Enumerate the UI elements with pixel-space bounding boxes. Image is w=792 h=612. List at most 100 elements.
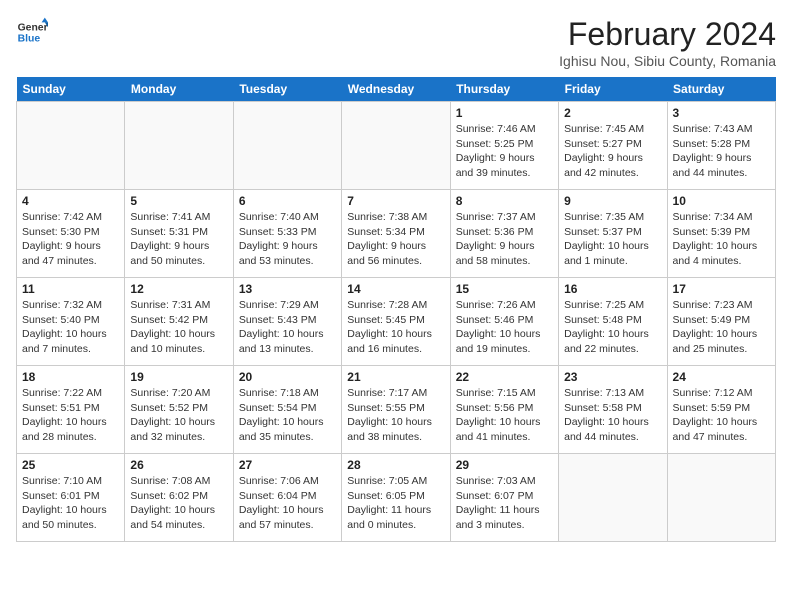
day-number: 18	[22, 370, 119, 384]
day-info: Sunrise: 7:12 AMSunset: 5:59 PMDaylight:…	[673, 386, 770, 445]
day-cell: 14Sunrise: 7:28 AMSunset: 5:45 PMDayligh…	[342, 278, 450, 366]
day-info: Sunrise: 7:26 AMSunset: 5:46 PMDaylight:…	[456, 298, 553, 357]
day-number: 6	[239, 194, 336, 208]
day-header-thursday: Thursday	[450, 77, 558, 102]
day-number: 17	[673, 282, 770, 296]
day-info: Sunrise: 7:08 AMSunset: 6:02 PMDaylight:…	[130, 474, 227, 533]
day-info: Sunrise: 7:43 AMSunset: 5:28 PMDaylight:…	[673, 122, 770, 181]
day-cell: 13 Sunrise: 7:29 AMSunset: 5:43 PMDayligh…	[233, 278, 341, 366]
month-title: February 2024	[559, 16, 776, 53]
day-info: Sunrise: 7:18 AMSunset: 5:54 PMDaylight:…	[239, 386, 336, 445]
day-cell: 16 Sunrise: 7:25 AMSunset: 5:48 PMDayligh…	[559, 278, 667, 366]
day-cell	[667, 454, 775, 542]
day-number: 25	[22, 458, 119, 472]
day-info: Sunrise: 7:22 AMSunset: 5:51 PMDaylight:…	[22, 386, 119, 445]
week-row-1: 1 Sunrise: 7:46 AMSunset: 5:25 PMDaylight…	[17, 102, 776, 190]
day-number: 1	[456, 106, 553, 120]
day-number: 9	[564, 194, 661, 208]
day-cell: 9 Sunrise: 7:35 AMSunset: 5:37 PMDaylight…	[559, 190, 667, 278]
day-info: Sunrise: 7:42 AMSunset: 5:30 PMDaylight:…	[22, 210, 119, 269]
day-cell: 1 Sunrise: 7:46 AMSunset: 5:25 PMDaylight…	[450, 102, 558, 190]
week-row-4: 18 Sunrise: 7:22 AMSunset: 5:51 PMDayligh…	[17, 366, 776, 454]
day-info: Sunrise: 7:23 AMSunset: 5:49 PMDaylight:…	[673, 298, 770, 357]
day-number: 20	[239, 370, 336, 384]
day-info: Sunrise: 7:13 AMSunset: 5:58 PMDaylight:…	[564, 386, 661, 445]
day-number: 14	[347, 282, 444, 296]
day-info: Sunrise: 7:15 AMSunset: 5:56 PMDaylight:…	[456, 386, 553, 445]
location-title: Ighisu Nou, Sibiu County, Romania	[559, 53, 776, 69]
day-info: Sunrise: 7:25 AMSunset: 5:48 PMDaylight:…	[564, 298, 661, 357]
day-header-wednesday: Wednesday	[342, 77, 450, 102]
day-number: 13	[239, 282, 336, 296]
day-cell	[233, 102, 341, 190]
calendar-body: 1 Sunrise: 7:46 AMSunset: 5:25 PMDaylight…	[17, 102, 776, 542]
day-cell: 6 Sunrise: 7:40 AMSunset: 5:33 PMDaylight…	[233, 190, 341, 278]
day-number: 15	[456, 282, 553, 296]
week-row-3: 11 Sunrise: 7:32 AMSunset: 5:40 PMDayligh…	[17, 278, 776, 366]
day-cell	[17, 102, 125, 190]
day-cell: 11 Sunrise: 7:32 AMSunset: 5:40 PMDayligh…	[17, 278, 125, 366]
day-number: 29	[456, 458, 553, 472]
day-info: Sunrise: 7:17 AMSunset: 5:55 PMDaylight:…	[347, 386, 444, 445]
day-cell: 10Sunrise: 7:34 AMSunset: 5:39 PMDayligh…	[667, 190, 775, 278]
day-header-sunday: Sunday	[17, 77, 125, 102]
day-cell	[559, 454, 667, 542]
day-number: 26	[130, 458, 227, 472]
day-number: 8	[456, 194, 553, 208]
day-number: 11	[22, 282, 119, 296]
day-number: 12	[130, 282, 227, 296]
svg-text:Blue: Blue	[18, 34, 41, 45]
day-header-saturday: Saturday	[667, 77, 775, 102]
day-number: 23	[564, 370, 661, 384]
day-cell: 17 Sunrise: 7:23 AMSunset: 5:49 PMDayligh…	[667, 278, 775, 366]
day-cell: 20 Sunrise: 7:18 AMSunset: 5:54 PMDayligh…	[233, 366, 341, 454]
day-cell: 25 Sunrise: 7:10 AMSunset: 6:01 PMDayligh…	[17, 454, 125, 542]
day-info: Sunrise: 7:46 AMSunset: 5:25 PMDaylight:…	[456, 122, 553, 181]
day-info: Sunrise: 7:31 AMSunset: 5:42 PMDaylight:…	[130, 298, 227, 357]
day-cell: 27 Sunrise: 7:06 AMSunset: 6:04 PMDayligh…	[233, 454, 341, 542]
day-info: Sunrise: 7:34 AMSunset: 5:39 PMDaylight:…	[673, 210, 770, 269]
day-cell: 2Sunrise: 7:45 AMSunset: 5:27 PMDaylight…	[559, 102, 667, 190]
day-info: Sunrise: 7:32 AMSunset: 5:40 PMDaylight:…	[22, 298, 119, 357]
day-header-monday: Monday	[125, 77, 233, 102]
day-info: Sunrise: 7:41 AMSunset: 5:31 PMDaylight:…	[130, 210, 227, 269]
day-info: Sunrise: 7:20 AMSunset: 5:52 PMDaylight:…	[130, 386, 227, 445]
day-info: Sunrise: 7:10 AMSunset: 6:01 PMDaylight:…	[22, 474, 119, 533]
day-cell: 22 Sunrise: 7:15 AMSunset: 5:56 PMDayligh…	[450, 366, 558, 454]
day-info: Sunrise: 7:29 AMSunset: 5:43 PMDaylight:…	[239, 298, 336, 357]
day-number: 22	[456, 370, 553, 384]
calendar-table: SundayMondayTuesdayWednesdayThursdayFrid…	[16, 77, 776, 542]
day-cell: 28Sunrise: 7:05 AMSunset: 6:05 PMDayligh…	[342, 454, 450, 542]
day-cell: 4 Sunrise: 7:42 AMSunset: 5:30 PMDaylight…	[17, 190, 125, 278]
day-info: Sunrise: 7:35 AMSunset: 5:37 PMDaylight:…	[564, 210, 661, 269]
day-cell: 29Sunrise: 7:03 AMSunset: 6:07 PMDayligh…	[450, 454, 558, 542]
day-number: 4	[22, 194, 119, 208]
week-row-5: 25 Sunrise: 7:10 AMSunset: 6:01 PMDayligh…	[17, 454, 776, 542]
day-number: 19	[130, 370, 227, 384]
day-info: Sunrise: 7:40 AMSunset: 5:33 PMDaylight:…	[239, 210, 336, 269]
day-cell: 19 Sunrise: 7:20 AMSunset: 5:52 PMDayligh…	[125, 366, 233, 454]
day-cell: 12 Sunrise: 7:31 AMSunset: 5:42 PMDayligh…	[125, 278, 233, 366]
logo: General Blue	[16, 16, 48, 48]
day-info: Sunrise: 7:45 AMSunset: 5:27 PMDaylight:…	[564, 122, 661, 181]
title-block: February 2024 Ighisu Nou, Sibiu County, …	[559, 16, 776, 69]
day-number: 3	[673, 106, 770, 120]
day-number: 21	[347, 370, 444, 384]
day-number: 27	[239, 458, 336, 472]
day-cell: 21 Sunrise: 7:17 AMSunset: 5:55 PMDayligh…	[342, 366, 450, 454]
day-header-tuesday: Tuesday	[233, 77, 341, 102]
day-cell: 23 Sunrise: 7:13 AMSunset: 5:58 PMDayligh…	[559, 366, 667, 454]
day-number: 16	[564, 282, 661, 296]
day-cell: 5 Sunrise: 7:41 AMSunset: 5:31 PMDaylight…	[125, 190, 233, 278]
calendar-header: SundayMondayTuesdayWednesdayThursdayFrid…	[17, 77, 776, 102]
day-number: 5	[130, 194, 227, 208]
page-header: General Blue February 2024 Ighisu Nou, S…	[16, 16, 776, 69]
day-cell: 8Sunrise: 7:37 AMSunset: 5:36 PMDaylight…	[450, 190, 558, 278]
day-number: 24	[673, 370, 770, 384]
svg-text:General: General	[18, 22, 48, 33]
day-info: Sunrise: 7:06 AMSunset: 6:04 PMDaylight:…	[239, 474, 336, 533]
day-cell: 7Sunrise: 7:38 AMSunset: 5:34 PMDaylight…	[342, 190, 450, 278]
day-info: Sunrise: 7:05 AMSunset: 6:05 PMDaylight:…	[347, 474, 444, 533]
day-cell: 15 Sunrise: 7:26 AMSunset: 5:46 PMDayligh…	[450, 278, 558, 366]
day-cell: 26 Sunrise: 7:08 AMSunset: 6:02 PMDayligh…	[125, 454, 233, 542]
